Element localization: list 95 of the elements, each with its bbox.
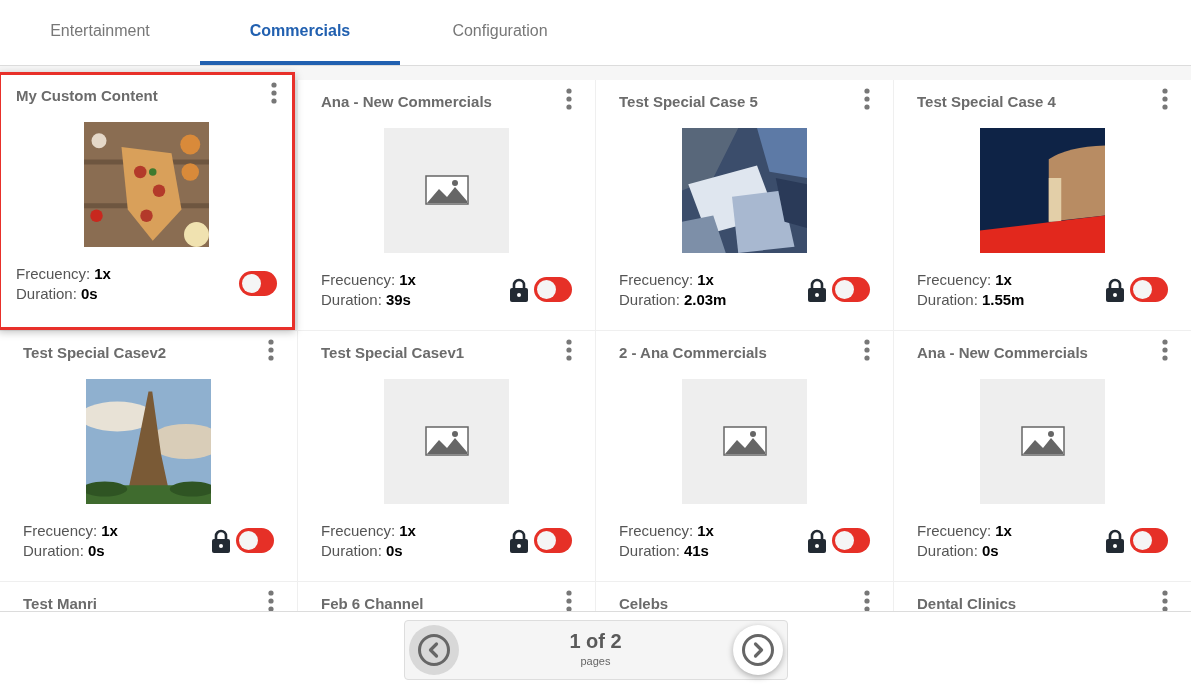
frequency-value: 1x — [399, 269, 416, 290]
more-options-icon[interactable] — [566, 590, 572, 611]
page-indicator: 1 of 2 — [569, 629, 622, 654]
card-title: Test Special Casev2 — [23, 343, 167, 363]
page-caption: pages — [580, 654, 611, 670]
duration-label: Duration: — [917, 289, 978, 310]
duration-value: 39s — [385, 289, 411, 310]
frequency-label: Frecuency: — [917, 269, 992, 290]
card-title: Test Special Case 4 — [917, 92, 1056, 112]
duration-label: Duration: — [619, 540, 680, 561]
image-icon — [424, 175, 469, 205]
duration-value: 0s — [981, 540, 999, 561]
image-icon — [424, 426, 469, 456]
frequency-label: Frecuency: — [321, 269, 396, 290]
frequency-label: Frecuency: — [23, 520, 98, 541]
tab[interactable]: Entertainment — [0, 0, 200, 65]
content-card[interactable]: Ana - New Commercials Frecuency: 1x Duration: 0s — [894, 331, 1191, 581]
toggle-switch[interactable] — [534, 277, 572, 302]
frequency-value: 1x — [399, 520, 416, 541]
frequency-value: 1x — [697, 269, 714, 290]
duration-value: 0s — [80, 283, 98, 304]
more-options-icon[interactable] — [268, 590, 274, 611]
chevron-left-icon — [416, 632, 451, 667]
card-title: Ana - New Commercials — [321, 92, 492, 112]
lock-icon — [807, 277, 827, 302]
duration-label: Duration: — [321, 540, 382, 561]
toggle-switch[interactable] — [832, 528, 870, 553]
duration-label: Duration: — [16, 283, 77, 304]
card-title: My Custom Content — [16, 86, 158, 106]
frequency-label: Frecuency: — [917, 520, 992, 541]
card-title: Test Special Casev1 — [321, 343, 465, 363]
more-options-icon[interactable] — [864, 339, 870, 361]
card-title: Dental Clinics — [917, 594, 1017, 611]
content-card[interactable]: Celebs — [596, 582, 893, 611]
card-title: Test Special Case 5 — [619, 92, 758, 112]
content-card[interactable]: My Custom Content Frecuency: 1x Duration: 0s — [0, 72, 295, 330]
lock-icon — [1105, 277, 1125, 302]
more-options-icon[interactable] — [864, 590, 870, 611]
more-options-icon[interactable] — [1162, 590, 1168, 611]
duration-value: 41s — [683, 540, 709, 561]
content-card[interactable]: Ana - New Commercials Frecuency: 1x Duration: 39s — [298, 80, 595, 330]
toggle-switch[interactable] — [1130, 277, 1168, 302]
duration-value: 2.03m — [683, 289, 727, 310]
more-options-icon[interactable] — [566, 88, 572, 110]
frequency-value: 1x — [697, 520, 714, 541]
image-icon — [722, 426, 767, 456]
card-title: Ana - New Commercials — [917, 343, 1088, 363]
more-options-icon[interactable] — [566, 339, 572, 361]
duration-label: Duration: — [917, 540, 978, 561]
content-card[interactable]: Test Special Casev2 Frecuency: 1x Duration: 0s — [0, 331, 297, 581]
toggle-switch[interactable] — [832, 277, 870, 302]
more-options-icon[interactable] — [1162, 88, 1168, 110]
previous-page-button[interactable] — [408, 624, 459, 675]
content-card[interactable]: 2 - Ana Commercials Frecuency: 1x Duration: 41s — [596, 331, 893, 581]
frequency-label: Frecuency: — [16, 263, 91, 284]
frequency-value: 1x — [94, 263, 111, 284]
content-card[interactable]: Feb 6 Channel — [298, 582, 595, 611]
content-card[interactable]: Test Special Case 4 Frecuency: 1x Duration: 1.55m — [894, 80, 1191, 330]
duration-value: 0s — [385, 540, 403, 561]
frequency-value: 1x — [995, 269, 1012, 290]
content-card[interactable]: Dental Clinics — [894, 582, 1191, 611]
frequency-value: 1x — [995, 520, 1012, 541]
content-card[interactable]: Test Special Casev1 Frecuency: 1x Duration: 0s — [298, 331, 595, 581]
image-icon — [1020, 426, 1065, 456]
tab[interactable]: Configuration — [400, 0, 600, 65]
more-options-icon[interactable] — [271, 82, 277, 104]
toggle-switch[interactable] — [236, 528, 274, 553]
next-page-button[interactable] — [732, 624, 783, 675]
lock-icon — [211, 528, 231, 553]
lock-icon — [509, 277, 529, 302]
content-card[interactable]: Test Manri — [0, 582, 297, 611]
duration-label: Duration: — [619, 289, 680, 310]
card-title: Celebs — [619, 594, 669, 611]
lock-icon — [509, 528, 529, 553]
frequency-label: Frecuency: — [619, 269, 694, 290]
toggle-switch[interactable] — [1130, 528, 1168, 553]
more-options-icon[interactable] — [864, 88, 870, 110]
lock-icon — [1105, 528, 1125, 553]
more-options-icon[interactable] — [268, 339, 274, 361]
frequency-label: Frecuency: — [321, 520, 396, 541]
duration-value: 0s — [87, 540, 105, 561]
chevron-right-icon — [740, 632, 775, 667]
toggle-switch[interactable] — [534, 528, 572, 553]
frequency-value: 1x — [101, 520, 118, 541]
card-title: Test Manri — [23, 594, 97, 611]
card-title: 2 - Ana Commercials — [619, 343, 767, 363]
more-options-icon[interactable] — [1162, 339, 1168, 361]
duration-label: Duration: — [321, 289, 382, 310]
content-card[interactable]: Test Special Case 5 Frecuency: 1x Duration: 2.03m — [596, 80, 893, 330]
duration-value: 1.55m — [981, 289, 1025, 310]
duration-label: Duration: — [23, 540, 84, 561]
card-title: Feb 6 Channel — [321, 594, 424, 611]
lock-icon — [807, 528, 827, 553]
toggle-switch[interactable] — [239, 271, 277, 296]
frequency-label: Frecuency: — [619, 520, 694, 541]
